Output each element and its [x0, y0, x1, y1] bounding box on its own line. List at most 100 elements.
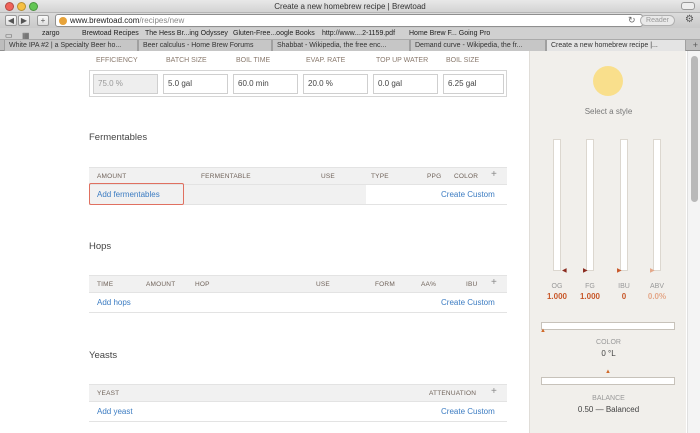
forward-arrow-icon[interactable]: ▶: [18, 15, 30, 26]
url-path: /recipes/new: [139, 16, 185, 25]
column-header: ATTENUATION: [429, 390, 477, 397]
select-style-link[interactable]: Select a style: [530, 107, 687, 116]
yeasts-table-header: YEAST ATTENUATION +: [89, 384, 507, 402]
create-custom-fermentable-link[interactable]: Create Custom: [441, 190, 495, 199]
og-gauge: [553, 139, 561, 271]
page-scrollbar[interactable]: [687, 51, 700, 433]
column-header: TIME: [97, 281, 114, 288]
stat-header: BOIL SIZE: [446, 57, 480, 64]
bookmark-item[interactable]: Gluten-Free...oogle Books: [233, 28, 315, 40]
browser-tab[interactable]: Beer calculus - Home Brew Forums: [138, 40, 272, 51]
stat-header: BATCH SIZE: [166, 57, 207, 64]
stat-header: EVAP. RATE: [306, 57, 346, 64]
bookmark-item[interactable]: The Hess Br...ing Odyssey: [145, 28, 228, 40]
stat-header: EFFICIENCY: [96, 57, 138, 64]
column-header: AMOUNT: [146, 281, 176, 288]
create-custom-hop-link[interactable]: Create Custom: [441, 298, 495, 307]
og-value: 1.000: [546, 292, 568, 301]
column-header: FORM: [375, 281, 395, 288]
site-favicon-icon: [59, 17, 67, 25]
hops-table-header: TIME AMOUNT HOP USE FORM AA% IBU +: [89, 275, 507, 293]
bookmark-item[interactable]: Home Brew F... Going Pro: [409, 28, 490, 40]
efficiency-field[interactable]: 75.0 %: [93, 74, 158, 94]
close-window-icon[interactable]: [5, 2, 14, 11]
add-column-plus-icon[interactable]: +: [491, 277, 497, 288]
address-bar[interactable]: www.brewtoad.com/recipes/new ↻: [55, 14, 643, 27]
color-slider: [541, 322, 675, 330]
add-fermentables-link[interactable]: Add fermentables: [97, 190, 160, 199]
add-yeast-link[interactable]: Add yeast: [97, 407, 133, 416]
bookmarks-bar: ▭ ▦ zargo Brewtoad Recipes The Hess Br..…: [0, 28, 700, 40]
color-value: 0 °L: [601, 349, 616, 358]
url-domain: www.brewtoad.com: [70, 16, 140, 25]
fg-value: 1.000: [579, 292, 601, 301]
og-label: OG: [551, 283, 563, 290]
column-header: HOP: [195, 281, 210, 288]
reload-icon[interactable]: ↻: [628, 15, 636, 26]
column-header: YEAST: [97, 390, 120, 397]
abv-label: ABV: [649, 283, 664, 290]
reader-button[interactable]: Reader: [640, 15, 675, 26]
browser-tab-active[interactable]: Create a new homebrew recipe |...: [546, 40, 686, 51]
scroll-thumb[interactable]: [691, 56, 698, 202]
minimize-window-icon[interactable]: [17, 2, 26, 11]
stat-values-row: 75.0 % 5.0 gal 60.0 min 20.0 % 0.0 gal 6…: [89, 70, 507, 97]
add-hops-link[interactable]: Add hops: [97, 298, 131, 307]
gear-icon[interactable]: ⚙: [685, 14, 694, 25]
evap-rate-field[interactable]: 20.0 %: [303, 74, 368, 94]
add-tab-plus-icon[interactable]: +: [693, 40, 698, 51]
window-title: Create a new homebrew recipe | Brewtoad: [274, 2, 426, 11]
column-header: IBU: [466, 281, 478, 288]
column-header: TYPE: [371, 173, 389, 180]
fg-gauge: [586, 139, 594, 271]
color-marker-icon: ▲: [540, 328, 546, 334]
abv-gauge: [653, 139, 661, 271]
og-marker-icon: ◀: [562, 268, 567, 274]
browser-tab[interactable]: Demand curve - Wikipedia, the fr...: [410, 40, 546, 51]
hops-title: Hops: [89, 241, 112, 252]
balance-marker-icon: ▲: [605, 369, 611, 375]
batch-size-field[interactable]: 5.0 gal: [163, 74, 228, 94]
abv-value: 0.0%: [647, 292, 667, 301]
browser-tab[interactable]: Shabbat - Wikipedia, the free enc...: [272, 40, 410, 51]
boil-time-field[interactable]: 60.0 min: [233, 74, 298, 94]
yeasts-title: Yeasts: [89, 350, 118, 361]
add-column-plus-icon[interactable]: +: [491, 169, 497, 180]
yeasts-add-row: Add yeast Create Custom: [89, 402, 507, 422]
zoom-window-icon[interactable]: [29, 2, 38, 11]
abv-marker-icon: ▶: [650, 268, 655, 274]
browser-tab[interactable]: White IPA #2 | a Specialty Beer ho...: [4, 40, 138, 51]
style-color-swatch[interactable]: [593, 66, 623, 96]
tab-bar: White IPA #2 | a Specialty Beer ho... Be…: [0, 40, 700, 51]
ibu-gauge: [620, 139, 628, 271]
balance-slider: [541, 377, 675, 385]
bookmark-item[interactable]: zargo: [42, 28, 60, 40]
top-up-water-field[interactable]: 0.0 gal: [373, 74, 438, 94]
back-arrow-icon[interactable]: ◀: [5, 15, 17, 26]
bookmark-item[interactable]: http://www....2-1159.pdf: [322, 28, 395, 40]
balance-label: BALANCE: [592, 395, 625, 402]
boil-size-field[interactable]: 6.25 gal: [443, 74, 504, 94]
window-titlebar: Create a new homebrew recipe | Brewtoad: [0, 0, 700, 13]
new-tab-plus-icon[interactable]: +: [37, 15, 49, 26]
page-content: EFFICIENCY BATCH SIZE BOIL TIME EVAP. RA…: [0, 51, 700, 433]
column-header: USE: [316, 281, 330, 288]
balance-value: 0.50 — Balanced: [577, 405, 640, 414]
color-label: COLOR: [596, 339, 621, 346]
recipe-sidebar: Select a style ◀ ▶ ▶ ▶ OG FG IBU ABV 1.0…: [529, 51, 686, 433]
fermentables-add-row: Add fermentables Create Custom: [89, 183, 507, 205]
hops-add-row: Add hops Create Custom: [89, 293, 507, 313]
create-custom-yeast-link[interactable]: Create Custom: [441, 407, 495, 416]
bookmark-item[interactable]: Brewtoad Recipes: [82, 28, 139, 40]
column-header: AMOUNT: [97, 173, 127, 180]
ibu-marker-icon: ▶: [617, 268, 622, 274]
column-header: FERMENTABLE: [201, 173, 251, 180]
stat-header: TOP UP WATER: [376, 57, 429, 64]
toolbar-toggle-icon[interactable]: [681, 2, 695, 10]
ibu-value: 0: [621, 292, 627, 301]
stat-header: BOIL TIME: [236, 57, 271, 64]
ibu-label: IBU: [618, 283, 630, 290]
add-column-plus-icon[interactable]: +: [491, 386, 497, 397]
column-header: COLOR: [454, 173, 479, 180]
fg-marker-icon: ▶: [583, 268, 588, 274]
